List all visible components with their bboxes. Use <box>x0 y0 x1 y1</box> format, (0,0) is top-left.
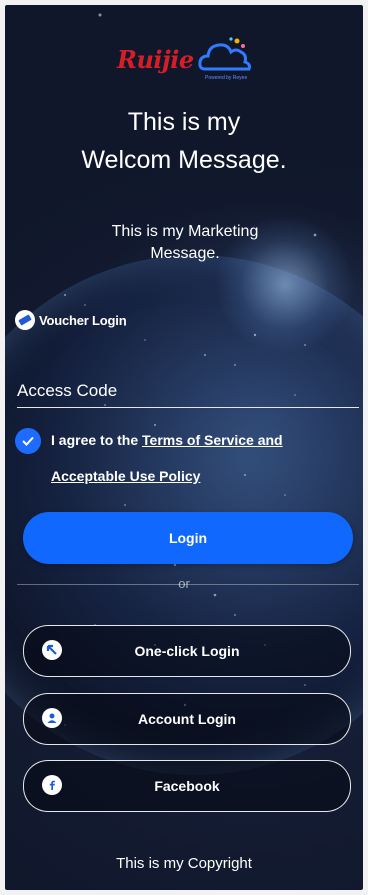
one-click-login-button[interactable]: One-click Login <box>23 625 351 677</box>
voucher-icon <box>15 310 35 330</box>
agree-checkbox[interactable] <box>15 428 41 454</box>
voucher-login-label: Voucher Login <box>39 312 127 328</box>
access-code-field[interactable] <box>17 377 359 408</box>
facebook-icon <box>42 775 62 795</box>
account-login-button[interactable]: Account Login <box>23 693 351 745</box>
or-divider: or <box>5 576 363 591</box>
account-login-label: Account Login <box>138 711 236 727</box>
marketing-message: This is my Marketing Message. <box>75 221 295 265</box>
or-label: or <box>178 576 190 591</box>
agree-text-line-2: Acceptable Use Policy <box>51 468 200 484</box>
logo-wordmark: Ruijie <box>117 45 194 74</box>
voucher-login-option[interactable]: Voucher Login <box>15 310 127 330</box>
portal-page: Ruijie Powered by Reyee This is my Welco… <box>5 5 363 890</box>
terms-link[interactable]: Terms of Service and <box>142 432 283 448</box>
logo-tagline: Powered by Reyee <box>205 75 248 81</box>
agree-text-line-1: I agree to the Terms of Service and <box>51 432 283 448</box>
facebook-label: Facebook <box>154 778 220 794</box>
ruijie-logo: Ruijie Powered by Reyee <box>117 33 257 85</box>
login-button[interactable]: Login <box>23 512 353 564</box>
user-icon <box>42 708 62 728</box>
copyright-text: This is my Copyright <box>116 855 252 872</box>
welcome-message: This is my Welcom Message. <box>25 103 343 179</box>
one-click-login-label: One-click Login <box>134 643 240 659</box>
one-click-icon <box>42 640 62 660</box>
welcome-line-2: Welcom Message. <box>81 146 287 174</box>
welcome-line-1: This is my <box>127 108 241 136</box>
cloud-logo-icon <box>198 37 251 71</box>
marketing-line-1: This is my Marketing <box>111 223 259 240</box>
aup-link[interactable]: Acceptable Use Policy <box>51 468 200 484</box>
agree-prefix: I agree to the <box>51 432 139 448</box>
access-code-input[interactable] <box>17 377 359 405</box>
check-icon <box>22 436 34 446</box>
facebook-login-button[interactable]: Facebook <box>23 760 351 812</box>
marketing-line-2: Message. <box>150 245 220 262</box>
